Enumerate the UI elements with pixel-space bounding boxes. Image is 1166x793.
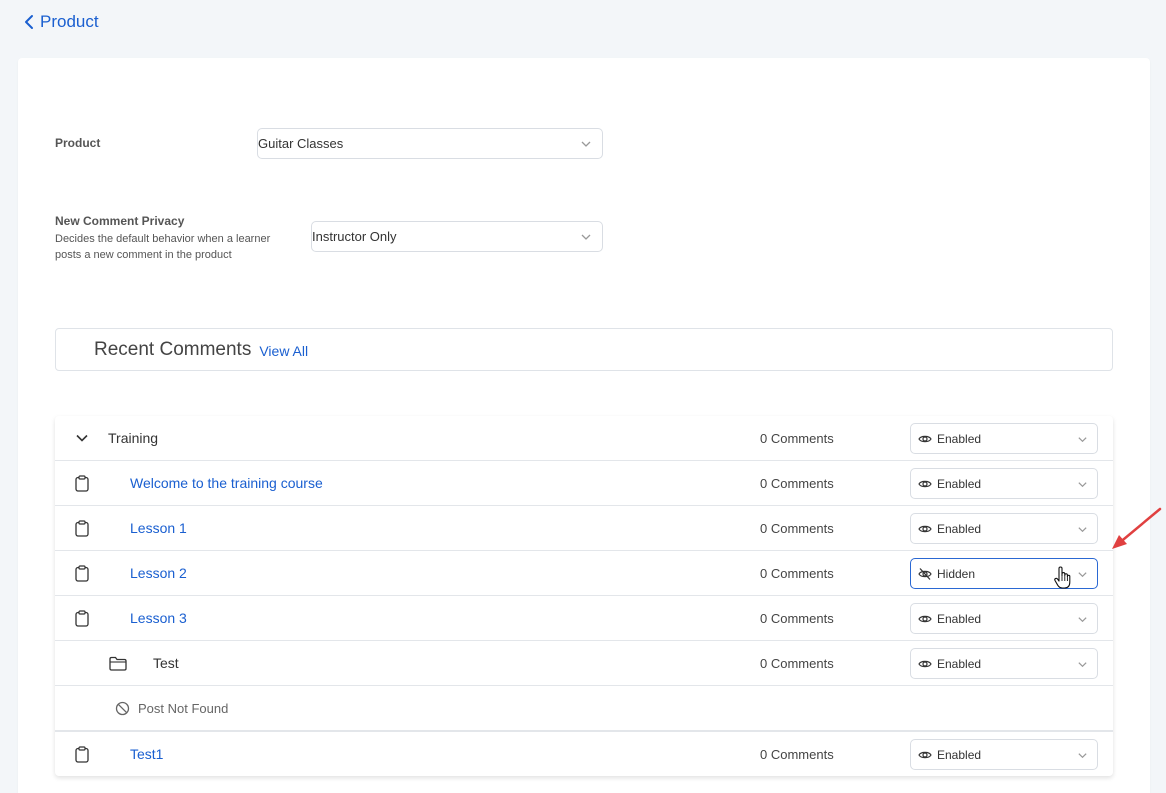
list-item-welcome: Welcome to the training course 0 Comment… xyxy=(55,461,1113,506)
row-title-link[interactable]: Welcome to the training course xyxy=(130,475,323,491)
chevron-left-icon xyxy=(25,15,33,29)
list-item-lesson-1: Lesson 1 0 Comments Enabled xyxy=(55,506,1113,551)
visibility-select[interactable]: Enabled xyxy=(910,647,1098,679)
back-link-label: Product xyxy=(40,12,99,31)
visibility-value: Enabled xyxy=(937,431,982,446)
comment-count: 0 Comments xyxy=(760,565,834,581)
row-title-link[interactable]: Lesson 3 xyxy=(130,610,187,626)
comment-count: 0 Comments xyxy=(760,430,834,446)
eye-icon xyxy=(918,480,932,487)
chevron-down-icon xyxy=(1078,571,1087,577)
clipboard-icon xyxy=(75,520,89,537)
privacy-select[interactable]: Instructor Only xyxy=(311,221,603,252)
visibility-value: Enabled xyxy=(937,521,982,536)
list-item-test1: Test1 0 Comments Enabled xyxy=(55,731,1113,776)
chevron-down-icon xyxy=(1078,436,1087,442)
chevron-down-icon xyxy=(1078,661,1087,667)
list-item-not-found: Post Not Found xyxy=(55,686,1113,731)
back-link[interactable]: Product xyxy=(24,12,99,32)
ban-icon xyxy=(115,701,130,715)
row-title: Training xyxy=(108,430,159,446)
chevron-down-icon xyxy=(1078,526,1087,532)
hand-cursor-icon xyxy=(1054,566,1071,589)
eye-icon xyxy=(918,751,932,758)
clipboard-icon xyxy=(75,746,89,763)
visibility-value: Enabled xyxy=(937,611,982,626)
visibility-select[interactable]: Enabled xyxy=(910,602,1098,634)
visibility-select[interactable]: Enabled xyxy=(910,512,1098,544)
visibility-value: Enabled xyxy=(937,656,982,671)
visibility-value: Enabled xyxy=(937,747,982,762)
post-not-found-label: Post Not Found xyxy=(138,700,229,716)
privacy-select-value: Instructor Only xyxy=(312,229,397,244)
visibility-value: Enabled xyxy=(937,476,982,491)
chevron-down-icon xyxy=(581,141,591,147)
view-all-link[interactable]: View All xyxy=(259,343,308,359)
comment-count: 0 Comments xyxy=(760,520,834,536)
list-item-training: Training 0 Comments Enabled xyxy=(55,416,1113,461)
clipboard-icon xyxy=(75,475,89,492)
chevron-down-icon xyxy=(581,234,591,240)
visibility-value: Hidden xyxy=(937,566,976,581)
comment-count: 0 Comments xyxy=(760,746,834,762)
comment-count: 0 Comments xyxy=(760,475,834,491)
comments-list: Training 0 Comments Enabled Welcome to t… xyxy=(55,416,1113,776)
product-select[interactable]: Guitar Classes xyxy=(257,128,603,159)
chevron-down-icon xyxy=(1078,752,1087,758)
eye-icon xyxy=(918,525,932,532)
comment-count: 0 Comments xyxy=(760,610,834,626)
chevron-down-icon xyxy=(1078,481,1087,487)
recent-comments-title: Recent Comments xyxy=(94,338,252,360)
post-not-found: Post Not Found xyxy=(115,701,228,716)
chevron-down-icon xyxy=(1078,616,1087,622)
visibility-select[interactable]: Enabled xyxy=(910,422,1098,454)
clipboard-icon xyxy=(75,565,89,582)
visibility-select[interactable]: Enabled xyxy=(910,467,1098,499)
product-label: Product xyxy=(55,136,101,150)
eye-icon xyxy=(918,615,932,622)
row-title: Test xyxy=(153,655,179,671)
folder-icon xyxy=(109,656,127,671)
main-card: Product Guitar Classes New Comment Priva… xyxy=(18,58,1150,793)
chevron-down-icon[interactable] xyxy=(75,431,89,445)
privacy-label: New Comment Privacy xyxy=(55,214,185,228)
eye-icon xyxy=(918,660,932,667)
comment-count: 0 Comments xyxy=(760,655,834,671)
row-title-link[interactable]: Lesson 2 xyxy=(130,565,187,581)
privacy-description: Decides the default behavior when a lear… xyxy=(55,233,271,261)
eye-off-icon xyxy=(918,567,932,580)
eye-icon xyxy=(918,435,932,442)
annotation-arrow-icon xyxy=(1112,507,1162,549)
row-title-link[interactable]: Lesson 1 xyxy=(130,520,187,536)
list-item-test: Test 0 Comments Enabled xyxy=(55,641,1113,686)
visibility-select[interactable]: Enabled xyxy=(910,738,1098,770)
list-item-lesson-2: Lesson 2 0 Comments Hidden xyxy=(55,551,1113,596)
clipboard-icon xyxy=(75,610,89,627)
recent-comments-header: Recent Comments View All xyxy=(55,328,1113,371)
list-item-lesson-3: Lesson 3 0 Comments Enabled xyxy=(55,596,1113,641)
row-title-link[interactable]: Test1 xyxy=(130,746,163,762)
product-select-value: Guitar Classes xyxy=(258,136,344,151)
